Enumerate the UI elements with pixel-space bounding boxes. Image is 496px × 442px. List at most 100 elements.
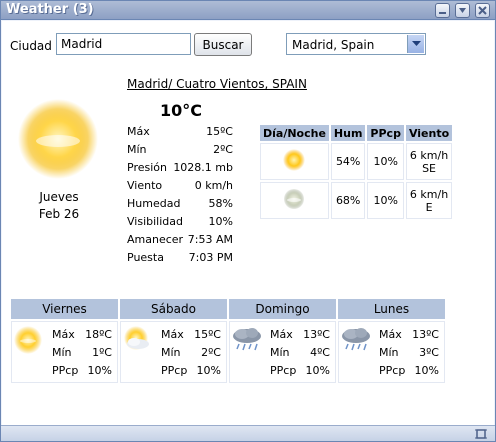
- day-ppcp: 10%: [367, 143, 404, 180]
- close-button[interactable]: [475, 3, 490, 18]
- max-value: 18ºC: [85, 328, 112, 341]
- night-humidity: 68%: [330, 182, 366, 219]
- current-row-sunrise: Amanecer 7:53 AM: [127, 233, 233, 249]
- rain-cloud-icon: [233, 328, 261, 351]
- row-key: Amanecer: [127, 233, 184, 246]
- moon-icon: [284, 189, 305, 209]
- max-label: Máx: [270, 328, 293, 341]
- forecast-card-monday: Lunes Máx 13ºC Mín 3ºC PPcp 10%: [338, 299, 445, 383]
- sunny-icon: [14, 326, 42, 354]
- forecast-min: Mín 4ºC: [270, 346, 330, 362]
- city-label: Ciudad: [10, 39, 52, 53]
- forecast-card-friday: Viernes Máx 18ºC Mín 1ºC PPcp 10%: [11, 299, 118, 383]
- ppcp-label: PPcp: [52, 364, 79, 377]
- forecast-day: Sábado: [120, 299, 227, 319]
- forecast-body: Máx 13ºC Mín 4ºC PPcp 10%: [229, 321, 336, 383]
- ppcp-value: 10%: [87, 364, 112, 377]
- current-date: Feb 26: [38, 207, 80, 221]
- night-icon-cell: [260, 182, 329, 219]
- current-temperature: 10°C: [160, 101, 203, 120]
- row-value: 7:03 PM: [188, 251, 233, 264]
- row-key: Presión: [127, 161, 167, 174]
- min-value: 4ºC: [310, 346, 330, 359]
- current-row-wind: Viento 0 km/h: [127, 179, 233, 195]
- ppcp-label: PPcp: [161, 364, 188, 377]
- max-label: Máx: [52, 328, 75, 341]
- row-value: 2ºC: [213, 143, 233, 156]
- min-label: Mín: [52, 346, 72, 359]
- forecast-min: Mín 3ºC: [379, 346, 439, 362]
- forecast-card-sunday: Domingo Máx 13ºC Mín 4ºC PPcp 10%: [229, 299, 336, 383]
- forecast-day: Lunes: [338, 299, 445, 319]
- header-day-night: Día/Noche: [260, 125, 329, 141]
- ppcp-value: 10%: [305, 364, 330, 377]
- forecast-ppcp: PPcp 10%: [270, 364, 330, 380]
- forecast-card-saturday: Sábado Máx 15ºC Mín 2ºC PPcp 10%: [120, 299, 227, 383]
- sunny-icon: [18, 99, 98, 179]
- min-value: 2ºC: [201, 346, 221, 359]
- weather-content: Ciudad Buscar Madrid, Spain Madrid/ Cuat…: [2, 21, 494, 425]
- search-button[interactable]: Buscar: [194, 33, 252, 56]
- resize-icon[interactable]: [475, 428, 487, 440]
- current-row-pressure: Presión 1028.1 mb: [127, 161, 233, 177]
- night-wind-speed: 6 km/h: [409, 187, 449, 201]
- day-humidity: 54%: [330, 143, 366, 180]
- ppcp-label: PPcp: [379, 364, 406, 377]
- forecast-ppcp: PPcp 10%: [379, 364, 439, 380]
- title-bar[interactable]: Weather (3): [1, 1, 495, 20]
- forecast-max: Máx 15ºC: [161, 328, 221, 344]
- row-key: Visibilidad: [127, 215, 183, 228]
- current-row-sunset: Puesta 7:03 PM: [127, 251, 233, 267]
- current-row-min: Mín 2ºC: [127, 143, 233, 159]
- row-key: Puesta: [127, 251, 164, 264]
- min-value: 1ºC: [92, 346, 112, 359]
- row-value: 0 km/h: [194, 179, 233, 192]
- minimize-icon: [439, 12, 446, 14]
- sun-icon: [283, 149, 306, 171]
- forecast-ppcp: PPcp 10%: [161, 364, 221, 380]
- forecast-max: Máx 13ºC: [270, 328, 330, 344]
- max-value: 13ºC: [303, 328, 330, 341]
- location-select[interactable]: Madrid, Spain: [286, 33, 426, 55]
- night-ppcp: 10%: [367, 182, 404, 219]
- chevron-down-icon: [412, 41, 421, 46]
- row-key: Humedad: [127, 197, 181, 210]
- night-wind-direction: E: [425, 200, 433, 214]
- forecast-body: Máx 18ºC Mín 1ºC PPcp 10%: [11, 321, 118, 383]
- window-title: Weather (3): [6, 2, 94, 17]
- row-value: 15ºC: [206, 125, 233, 138]
- day-night-table: Día/Noche Hum PPcp Viento 54% 10% 6 km/h…: [258, 123, 454, 221]
- day-icon-cell: [260, 143, 329, 180]
- city-input[interactable]: [56, 33, 191, 55]
- day-wind-speed: 6 km/h: [409, 148, 449, 162]
- forecast-day: Viernes: [11, 299, 118, 319]
- min-label: Mín: [161, 346, 181, 359]
- collapse-button[interactable]: [455, 3, 470, 18]
- partly-cloudy-icon: [124, 326, 149, 350]
- min-value: 3ºC: [419, 346, 439, 359]
- row-value: 7:53 AM: [187, 233, 233, 246]
- row-value: 1028.1 mb: [173, 161, 233, 174]
- row-key: Máx: [127, 125, 150, 138]
- header-wind: Viento: [405, 125, 453, 141]
- min-label: Mín: [270, 346, 290, 359]
- forecast-min: Mín 2ºC: [161, 346, 221, 362]
- weather-window: Weather (3) Ciudad Buscar Madrid, Spain …: [0, 0, 496, 442]
- station-name[interactable]: Madrid/ Cuatro Vientos, SPAIN: [127, 77, 307, 91]
- rain-cloud-icon: [342, 328, 370, 351]
- min-label: Mín: [379, 346, 399, 359]
- current-row-humidity: Humedad 58%: [127, 197, 233, 213]
- dropdown-arrow[interactable]: [407, 35, 424, 53]
- ppcp-value: 10%: [196, 364, 221, 377]
- max-label: Máx: [379, 328, 402, 341]
- row-key: Viento: [127, 179, 163, 192]
- minimize-button[interactable]: [435, 3, 450, 18]
- current-day: Jueves Feb 26: [22, 189, 96, 223]
- night-wind: 6 km/h E: [405, 182, 453, 219]
- current-row-max: Máx 15ºC: [127, 125, 233, 141]
- max-value: 13ºC: [412, 328, 439, 341]
- table-row-night: 68% 10% 6 km/h E: [260, 182, 453, 219]
- forecast-body: Máx 13ºC Mín 3ºC PPcp 10%: [338, 321, 445, 383]
- forecast-max: Máx 18ºC: [52, 328, 112, 344]
- max-value: 15ºC: [194, 328, 221, 341]
